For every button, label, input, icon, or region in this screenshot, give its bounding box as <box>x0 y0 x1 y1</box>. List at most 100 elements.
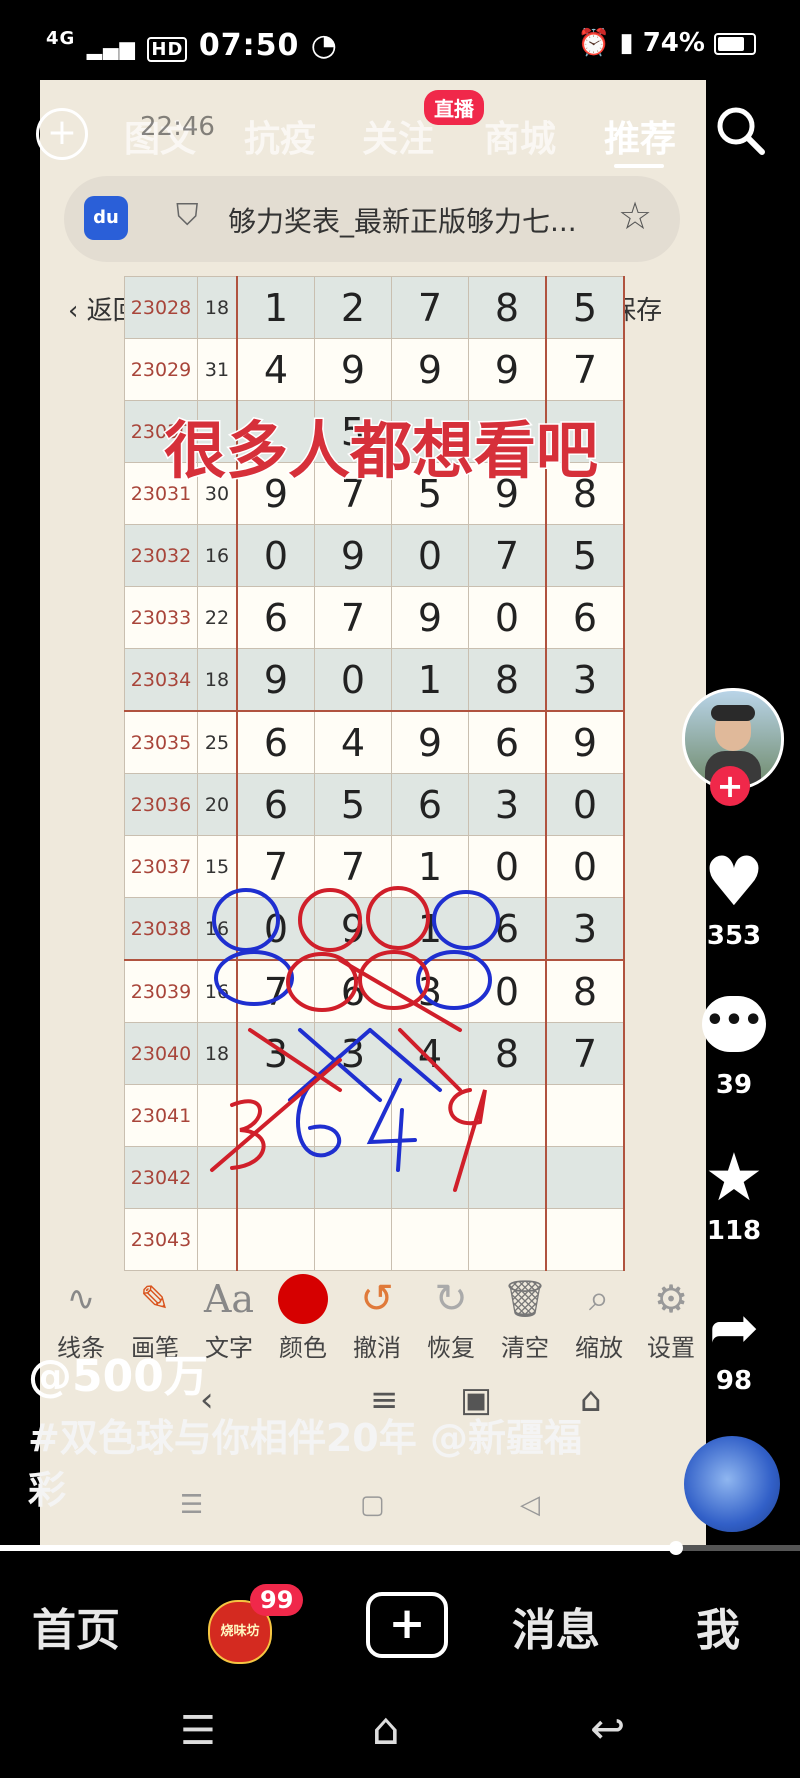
search-icon[interactable] <box>712 102 772 162</box>
digit-cell: 0 <box>236 524 315 587</box>
tool-color[interactable]: 颜色 <box>268 1270 338 1363</box>
comment-button[interactable]: ••• 39 <box>684 996 784 1100</box>
tool-clear[interactable]: 🗑 清空 <box>490 1270 560 1363</box>
table-row: 23029 31 4 9 9 9 7 <box>124 338 625 401</box>
digit-cell: 4 <box>236 338 315 401</box>
star-icon[interactable]: ☆ <box>618 194 652 238</box>
table-row: 23033 22 6 7 9 0 6 <box>124 586 625 649</box>
digit-cell: 0 <box>236 897 315 961</box>
redo-icon: ↻ <box>434 1276 468 1322</box>
digit-cell: 5 <box>314 773 392 836</box>
vibrate-icon: ▮ <box>619 28 634 58</box>
chevron-left-icon: ‹ <box>68 296 79 326</box>
progress-handle[interactable] <box>669 1541 683 1555</box>
tool-redo[interactable]: ↻ 恢复 <box>416 1270 486 1363</box>
tab-mall[interactable]: 商城 <box>484 110 556 162</box>
digit-cell: 6 <box>468 897 547 961</box>
status-right: ⏰ ▮ 74% <box>578 28 756 58</box>
issue-cell: 23040 <box>124 1022 198 1085</box>
sum-cell <box>197 1084 238 1147</box>
digit-cell <box>545 1084 625 1147</box>
color-swatch-icon <box>268 1270 338 1328</box>
digit-cell: 6 <box>236 586 315 649</box>
table-row: 23042 <box>124 1146 625 1209</box>
digit-cell: 9 <box>314 338 392 401</box>
home-icon[interactable]: ⌂ <box>372 1704 400 1755</box>
back-icon[interactable]: ↩ <box>590 1704 625 1753</box>
digit-cell: 9 <box>391 338 469 401</box>
trash-icon: 🗑 <box>502 1279 548 1320</box>
table-row: 23038 16 0 9 1 6 3 <box>124 897 625 961</box>
digit-cell: 7 <box>236 835 315 898</box>
follow-plus-icon[interactable]: + <box>710 766 750 806</box>
digit-cell: 3 <box>545 648 625 712</box>
status-bar: 4G ▂▄▆ HD 07:50 ◔ ⏰ ▮ 74% <box>0 0 800 80</box>
digit-cell: 8 <box>468 276 547 339</box>
nav-me[interactable]: 我 <box>696 1594 740 1658</box>
tool-label: 清空 <box>501 1334 549 1362</box>
share-arrow-icon: ➦ <box>708 1293 760 1363</box>
issue-cell: 23034 <box>124 648 198 712</box>
nav-messages[interactable]: 消息 <box>512 1594 600 1658</box>
digit-cell: 9 <box>391 586 469 649</box>
video-progress-bar[interactable] <box>0 1541 800 1555</box>
tab-recommended[interactable]: 推荐 <box>604 110 676 162</box>
star-icon: ★ <box>704 1139 764 1216</box>
recents-icon[interactable]: ☰ <box>180 1708 216 1754</box>
like-button[interactable]: ♥ 353 <box>684 845 784 952</box>
tool-label: 颜色 <box>279 1334 327 1362</box>
digit-cell <box>468 1208 547 1271</box>
digit-cell <box>468 1146 547 1209</box>
signal-icon: ▂▄▆ <box>86 36 136 60</box>
digit-cell: 9 <box>391 710 469 774</box>
digit-cell: 9 <box>314 524 392 587</box>
shop-logo-text: 烧味坊 <box>220 1624 260 1639</box>
tool-zoom[interactable]: ⌕ 缩放 <box>564 1270 634 1363</box>
tab-following[interactable]: 关注 <box>362 110 434 162</box>
sum-cell: 18 <box>197 276 238 339</box>
digit-cell: 3 <box>236 1022 315 1085</box>
tool-undo[interactable]: ↺ 撤消 <box>342 1270 412 1363</box>
digit-cell: 7 <box>314 835 392 898</box>
favorite-button[interactable]: ★ 118 <box>684 1139 784 1247</box>
digit-cell <box>236 1084 315 1147</box>
author-name[interactable]: @500万 <box>28 1340 208 1404</box>
table-row: 23035 25 6 4 9 6 9 <box>124 710 625 774</box>
music-disc[interactable] <box>684 1436 780 1532</box>
issue-cell: 23033 <box>124 586 198 649</box>
shield-icon: ⛉ <box>176 198 199 233</box>
digit-cell: 0 <box>314 648 392 712</box>
digit-cell: 8 <box>545 959 625 1023</box>
issue-cell: 23035 <box>124 710 198 774</box>
digit-cell <box>236 1146 315 1209</box>
issue-cell: 23037 <box>124 835 198 898</box>
add-icon[interactable]: + <box>36 108 88 160</box>
line-tool-icon: ∿ <box>66 1279 96 1319</box>
video-frame[interactable]: du ⛉ 够力奖表_最新正版够力七... ☆ ‹ 返回 ↓ 保存 2302818… <box>40 80 706 1550</box>
digit-cell: 6 <box>468 710 547 774</box>
digit-cell: 6 <box>236 710 315 774</box>
nav-home[interactable]: 首页 <box>32 1594 120 1658</box>
digit-cell: 9 <box>468 338 547 401</box>
digit-cell: 1 <box>391 648 469 712</box>
favorite-count: 118 <box>706 1216 762 1246</box>
overlay-caption: 很多人都想看吧 <box>162 413 599 489</box>
digit-cell: 4 <box>314 710 392 774</box>
post-description[interactable]: #双色球与你相伴20年 @新疆福彩 <box>28 1412 588 1516</box>
digit-cell: 1 <box>391 835 469 898</box>
compass-icon: ◔ <box>310 28 338 63</box>
sum-cell: 18 <box>197 648 238 712</box>
digit-cell: 7 <box>236 959 315 1023</box>
digit-cell <box>236 1208 315 1271</box>
live-badge[interactable]: 直播 <box>424 90 484 125</box>
baidu-logo-icon: du <box>84 196 128 240</box>
issue-cell: 23042 <box>124 1146 198 1209</box>
network-label: 4G <box>46 28 76 49</box>
clock: 07:50 <box>198 28 300 63</box>
create-post-button[interactable]: + <box>366 1592 448 1658</box>
sum-cell: 15 <box>197 835 238 898</box>
digit-cell: 7 <box>468 524 547 587</box>
share-button[interactable]: ➦ 98 <box>684 1290 784 1396</box>
tab-epidemic[interactable]: 抗疫 <box>244 110 316 162</box>
issue-cell: 23043 <box>124 1208 198 1271</box>
